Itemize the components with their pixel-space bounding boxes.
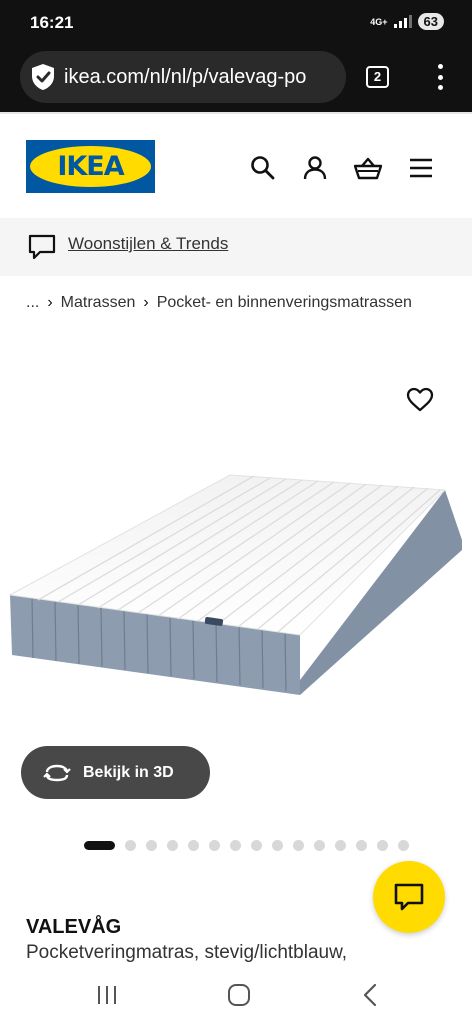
chevron-right-icon: › — [143, 294, 149, 311]
product-name: VALEVÅG — [26, 916, 122, 938]
chat-button[interactable] — [373, 861, 445, 933]
logo-oval: IKEA — [30, 146, 151, 187]
url-text[interactable]: ikea.com/nl/nl/p/valevag-po — [64, 66, 306, 89]
status-indicators: 4G+ 63 — [370, 13, 444, 30]
woonstijlen-link[interactable]: Woonstijlen & Trends — [68, 234, 228, 254]
carousel-dot[interactable] — [356, 840, 367, 851]
shield-icon[interactable] — [30, 63, 56, 91]
carousel-dot[interactable] — [167, 840, 178, 851]
carousel-dot[interactable] — [272, 840, 283, 851]
browser-toolbar: ikea.com/nl/nl/p/valevag-po 2 — [0, 46, 472, 112]
breadcrumb: ... › Matrassen › Pocket- en binnenverin… — [26, 294, 412, 312]
inspiration-banner: Woonstijlen & Trends — [0, 218, 472, 276]
signal-icon — [393, 15, 412, 28]
carousel-dot[interactable] — [146, 840, 157, 851]
system-navigation-bar — [0, 962, 472, 1024]
breadcrumb-ellipsis[interactable]: ... — [26, 294, 39, 312]
carousel-dot[interactable] — [84, 841, 115, 850]
network-type: 4G+ — [370, 16, 388, 27]
user-icon[interactable] — [302, 155, 328, 181]
carousel-dot[interactable] — [251, 840, 262, 851]
carousel-dot[interactable] — [377, 840, 388, 851]
rotate-3d-icon — [43, 764, 71, 781]
basket-icon[interactable] — [354, 155, 382, 181]
chat-bubble-icon — [394, 883, 424, 911]
view-3d-button[interactable]: Bekijk in 3D — [21, 746, 210, 799]
hamburger-menu-icon[interactable] — [408, 155, 434, 181]
carousel-dot[interactable] — [209, 840, 220, 851]
status-time: 16:21 — [30, 13, 74, 32]
browser-menu-icon[interactable] — [436, 64, 444, 90]
carousel-dot[interactable] — [335, 840, 346, 851]
home-icon[interactable] — [226, 982, 252, 1008]
speech-bubble-icon — [28, 234, 56, 260]
ikea-logo[interactable]: IKEA — [26, 140, 155, 193]
heart-icon[interactable] — [406, 386, 434, 414]
product-image[interactable] — [0, 450, 472, 720]
carousel-dot[interactable] — [125, 840, 136, 851]
product-description: Pocketveringmatras, stevig/lichtblauw, — [26, 942, 348, 963]
address-bar[interactable]: ikea.com/nl/nl/p/valevag-po — [20, 51, 346, 103]
carousel-dot[interactable] — [293, 840, 304, 851]
carousel-dot[interactable] — [230, 840, 241, 851]
back-icon[interactable] — [358, 982, 384, 1008]
breadcrumb-item-pocket[interactable]: Pocket- en binnenveringsmatrassen — [157, 294, 412, 312]
breadcrumb-item-matrassen[interactable]: Matrassen — [61, 294, 136, 312]
tab-switcher-button[interactable]: 2 — [366, 66, 389, 88]
status-bar: 16:21 4G+ 63 — [0, 0, 472, 46]
logo-text: IKEA — [57, 151, 124, 182]
carousel-dot[interactable] — [398, 840, 409, 851]
battery-level: 63 — [417, 13, 444, 30]
chevron-right-icon: › — [47, 294, 53, 311]
recent-apps-icon[interactable] — [94, 982, 120, 1008]
carousel-dot[interactable] — [188, 840, 199, 851]
carousel-dot[interactable] — [314, 840, 325, 851]
search-icon[interactable] — [250, 155, 276, 181]
view-3d-label: Bekijk in 3D — [83, 763, 174, 781]
image-carousel-indicator[interactable] — [84, 840, 409, 851]
site-header: IKEA — [0, 112, 472, 218]
